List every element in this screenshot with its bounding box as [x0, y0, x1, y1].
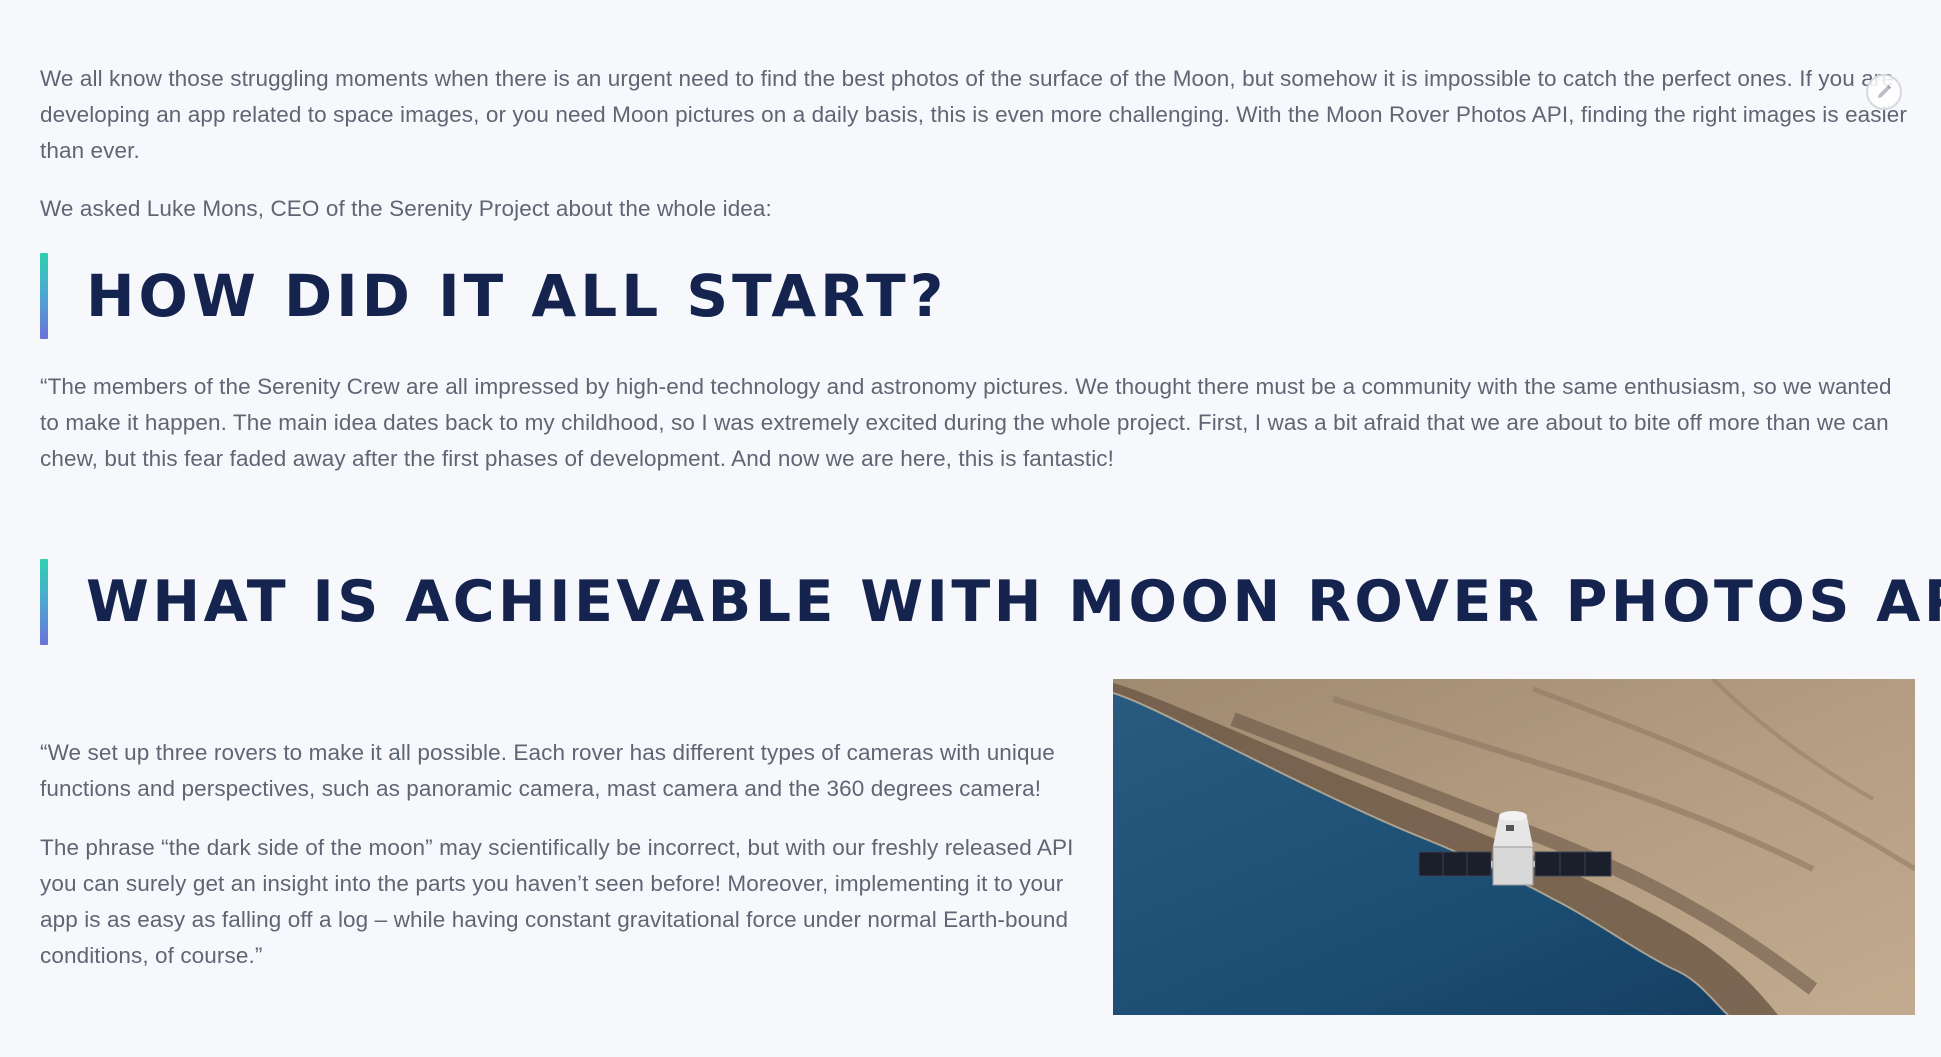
spacecraft-photo [1113, 679, 1915, 1015]
spacecraft-photo-illustration [1113, 679, 1915, 1015]
interview-intro-paragraph: We asked Luke Mons, CEO of the Serenity … [40, 196, 772, 221]
heading-achievable-text: WHAT IS ACHIEVABLE WITH MOON ROVER PHOTO… [86, 569, 1941, 635]
section-heading-achievable: WHAT IS ACHIEVABLE WITH MOON ROVER PHOTO… [40, 559, 1941, 645]
edit-button[interactable] [1866, 74, 1902, 110]
heading-start-text: HOW DID IT ALL START? [86, 262, 948, 330]
heading-accent-bar [40, 253, 48, 339]
rovers-paragraph: “We set up three rovers to make it all p… [40, 740, 1055, 801]
heading-accent-bar [40, 559, 48, 645]
section-heading-start: HOW DID IT ALL START? [40, 253, 1915, 339]
phrase-paragraph: The phrase “the dark side of the moon” m… [40, 835, 1074, 968]
quote-paragraph: “The members of the Serenity Crew are al… [40, 374, 1892, 471]
intro-paragraph: We all know those struggling moments whe… [40, 66, 1907, 163]
article-content: We all know those struggling moments whe… [40, 0, 1941, 1057]
pencil-icon [1878, 85, 1891, 98]
